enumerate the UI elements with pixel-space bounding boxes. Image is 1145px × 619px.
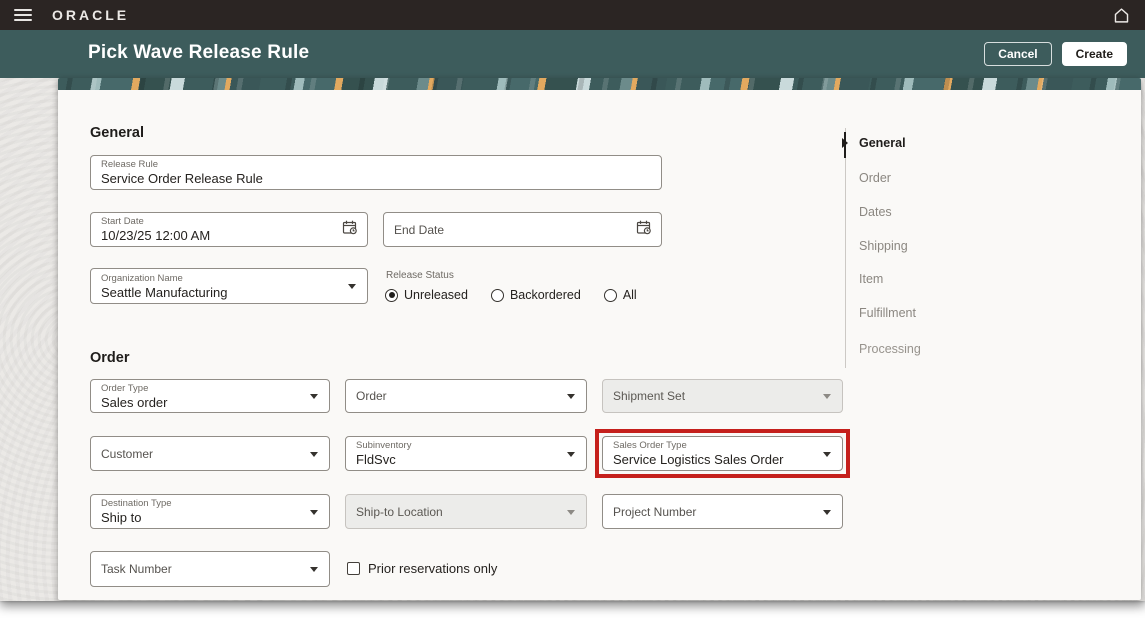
page-title: Pick Wave Release Rule bbox=[88, 42, 310, 63]
start-date-label: Start Date bbox=[101, 216, 144, 227]
end-date-label: End Date bbox=[394, 222, 445, 237]
chevron-down-icon bbox=[567, 394, 575, 399]
chevron-down-icon bbox=[823, 509, 831, 515]
order-type-dropdown[interactable]: Order Type Sales order bbox=[90, 379, 330, 413]
radio-backordered[interactable]: Backordered bbox=[490, 288, 581, 302]
release-rule-field[interactable]: Release Rule Service Order Release Rule bbox=[90, 155, 662, 190]
radio-all-label: All bbox=[622, 288, 637, 302]
destination-type-dropdown[interactable]: Destination Type Ship to bbox=[90, 494, 330, 529]
ship-to-location-label: Ship-to Location bbox=[356, 504, 443, 519]
release-rule-value: Service Order Release Rule bbox=[101, 171, 263, 186]
radio-button-icon bbox=[385, 288, 398, 302]
chevron-down-icon bbox=[310, 394, 318, 399]
hamburger-menu-icon[interactable] bbox=[14, 9, 32, 21]
customer-dropdown[interactable]: Customer bbox=[90, 436, 330, 471]
radio-button-icon bbox=[603, 288, 617, 302]
calendar-clock-icon[interactable] bbox=[342, 219, 358, 240]
subinventory-dropdown[interactable]: Subinventory FldSvc bbox=[345, 436, 587, 471]
organization-name-value: Seattle Manufacturing bbox=[101, 284, 228, 300]
organization-name-dropdown[interactable]: Organization Name Seattle Manufacturing bbox=[90, 268, 368, 304]
subinventory-value: FldSvc bbox=[356, 452, 396, 467]
nav-item-fulfillment[interactable]: Fulfillment bbox=[859, 306, 916, 320]
chevron-down-icon bbox=[823, 394, 831, 399]
chevron-down-icon bbox=[567, 451, 575, 457]
form-card: General Release Rule Service Order Relea… bbox=[58, 78, 1141, 600]
task-number-label: Task Number bbox=[101, 562, 172, 576]
create-button[interactable]: Create bbox=[1061, 42, 1127, 66]
radio-unreleased-label: Unreleased bbox=[404, 288, 468, 302]
shipment-set-dropdown: Shipment Set bbox=[602, 379, 843, 413]
release-status-radio-group: Unreleased Backordered All bbox=[385, 288, 637, 302]
home-icon[interactable] bbox=[1111, 5, 1131, 25]
radio-all[interactable]: All bbox=[603, 288, 637, 302]
task-number-dropdown[interactable]: Task Number bbox=[90, 551, 330, 587]
customer-label: Customer bbox=[101, 446, 154, 461]
organization-name-label: Organization Name bbox=[101, 272, 183, 284]
nav-item-dates[interactable]: Dates bbox=[859, 205, 892, 219]
order-dropdown[interactable]: Order bbox=[345, 379, 587, 413]
sales-order-type-value: Service Logistics Sales Order bbox=[613, 452, 784, 467]
general-section-heading: General bbox=[90, 125, 144, 141]
radio-unreleased[interactable]: Unreleased bbox=[385, 288, 468, 302]
destination-type-label: Destination Type bbox=[101, 498, 172, 509]
order-type-value: Sales order bbox=[101, 394, 168, 410]
release-status-label: Release Status bbox=[386, 270, 454, 281]
ship-to-location-dropdown: Ship-to Location bbox=[345, 494, 587, 529]
release-rule-label: Release Rule bbox=[101, 159, 159, 170]
start-date-value: 10/23/25 12:00 AM bbox=[101, 228, 211, 243]
nav-item-processing[interactable]: Processing bbox=[859, 344, 921, 356]
radio-backordered-label: Backordered bbox=[509, 288, 581, 302]
calendar-clock-icon[interactable] bbox=[636, 219, 652, 240]
start-date-field[interactable]: Start Date 10/23/25 12:00 AM bbox=[90, 212, 368, 247]
top-navigation-bar: ORACLE bbox=[0, 0, 1145, 30]
nav-rail-line bbox=[845, 128, 846, 368]
sales-order-type-label: Sales Order Type bbox=[613, 440, 687, 451]
order-label: Order bbox=[356, 389, 387, 403]
cancel-button[interactable]: Cancel bbox=[984, 42, 1052, 66]
chevron-down-icon bbox=[567, 509, 575, 515]
checkbox-icon[interactable] bbox=[347, 562, 360, 575]
destination-type-value: Ship to bbox=[101, 510, 142, 525]
end-date-field[interactable]: End Date bbox=[383, 212, 662, 247]
subinventory-label: Subinventory bbox=[356, 440, 412, 451]
order-section-heading: Order bbox=[90, 350, 130, 366]
prior-reservations-label: Prior reservations only bbox=[368, 561, 498, 576]
nav-item-shipping[interactable]: Shipping bbox=[859, 239, 908, 253]
shipment-set-label: Shipment Set bbox=[613, 389, 686, 403]
project-number-label: Project Number bbox=[613, 504, 697, 519]
chevron-down-icon bbox=[310, 509, 318, 515]
nav-item-order[interactable]: Order bbox=[859, 171, 891, 185]
chevron-down-icon bbox=[348, 284, 356, 289]
nav-item-item[interactable]: Item bbox=[859, 272, 883, 286]
chevron-down-icon bbox=[310, 451, 318, 457]
nav-active-arrow-icon bbox=[842, 138, 848, 148]
nav-item-general[interactable]: General bbox=[859, 136, 906, 150]
decorative-banner bbox=[58, 78, 1141, 90]
prior-reservations-checkbox-row[interactable]: Prior reservations only bbox=[347, 561, 497, 576]
oracle-logo: ORACLE bbox=[52, 7, 130, 23]
application-window: ORACLE Pick Wave Release Rule Cancel Cre… bbox=[0, 0, 1145, 601]
radio-button-icon bbox=[490, 288, 504, 302]
order-type-label: Order Type bbox=[101, 382, 149, 394]
sales-order-type-dropdown[interactable]: Sales Order Type Service Logistics Sales… bbox=[602, 436, 843, 471]
project-number-dropdown[interactable]: Project Number bbox=[602, 494, 843, 529]
header-actions: Cancel Create bbox=[984, 42, 1127, 66]
chevron-down-icon bbox=[823, 451, 831, 457]
chevron-down-icon bbox=[310, 567, 318, 572]
